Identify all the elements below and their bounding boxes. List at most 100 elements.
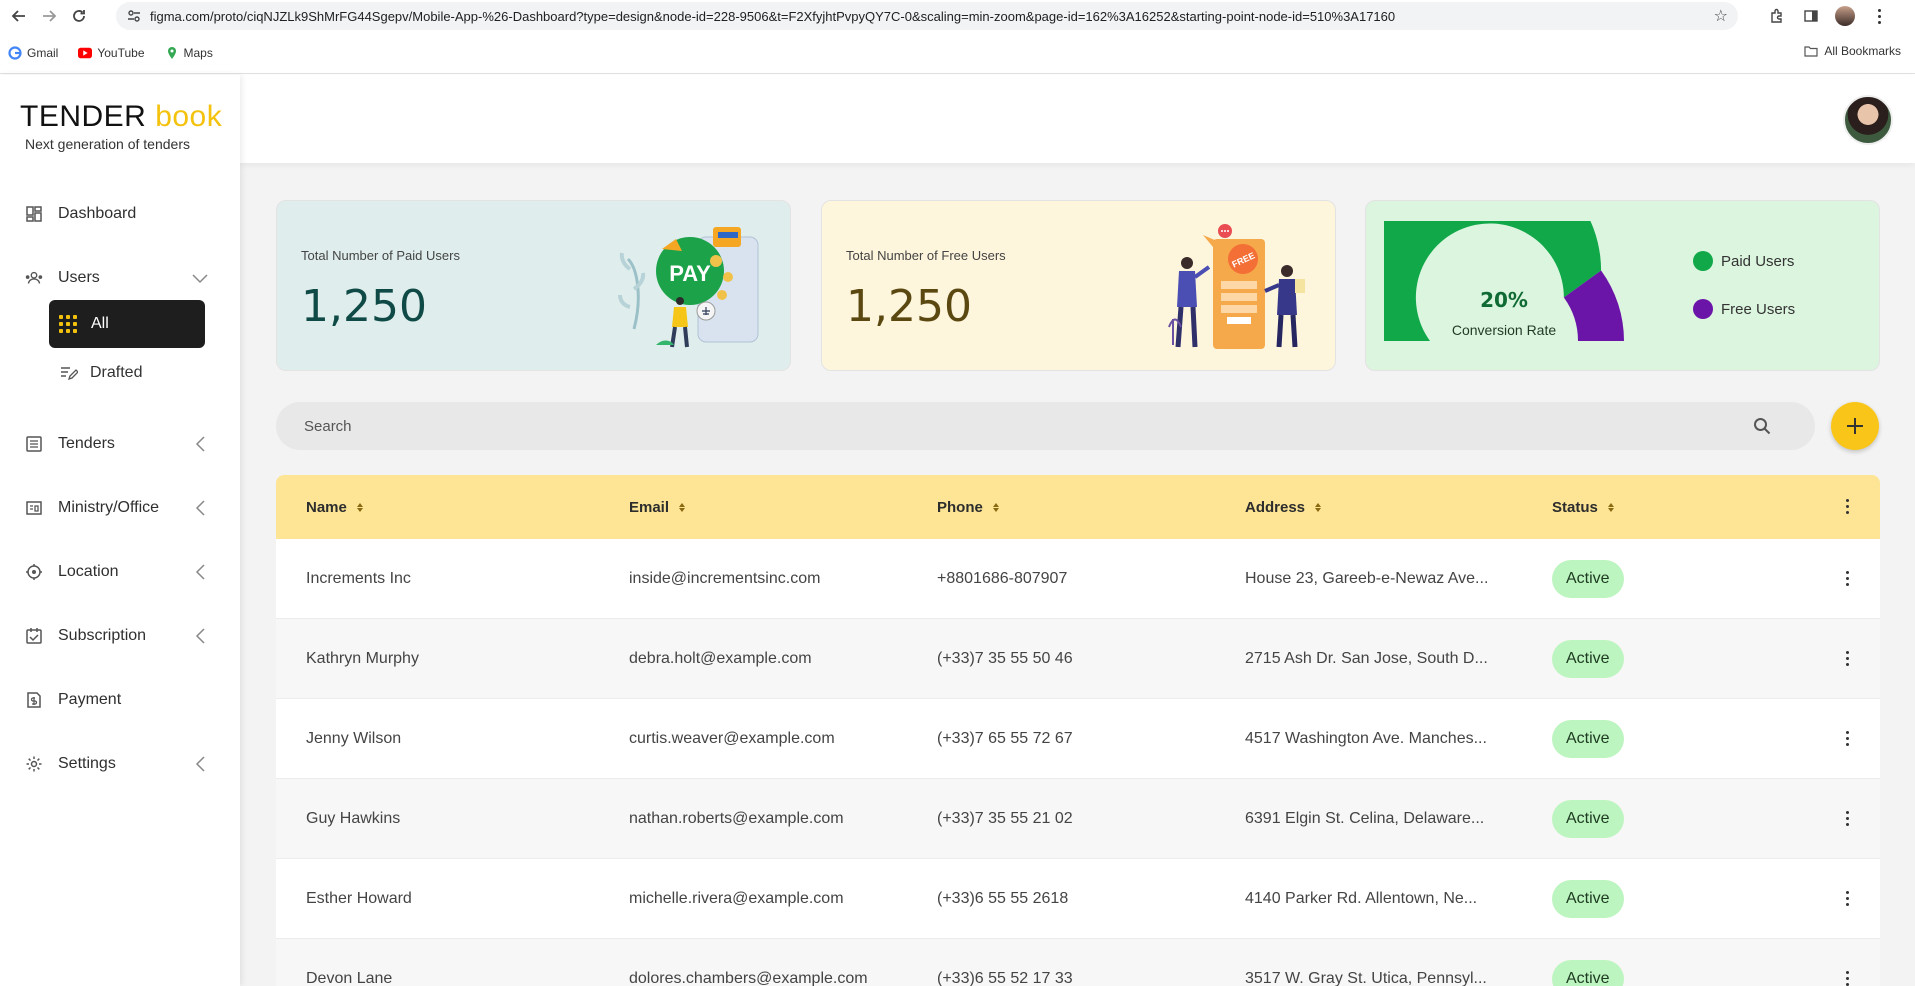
draft-edit-icon xyxy=(60,365,78,381)
row-menu-icon[interactable] xyxy=(1846,651,1849,666)
cell-status: Active xyxy=(1552,699,1624,779)
row-menu-icon[interactable] xyxy=(1846,971,1849,986)
row-menu-icon[interactable] xyxy=(1846,571,1849,586)
back-icon[interactable] xyxy=(4,1,34,31)
table-row[interactable]: Increments Inc inside@incrementsinc.com … xyxy=(276,539,1880,619)
gear-icon xyxy=(24,754,44,774)
extensions-icon[interactable] xyxy=(1767,6,1787,26)
cell-name: Increments Inc xyxy=(306,570,411,587)
chevron-left-icon[interactable] xyxy=(191,435,209,453)
column-header-name[interactable]: Name xyxy=(306,475,363,539)
conversion-card: 20% Conversion Rate Paid Users Free User… xyxy=(1365,200,1880,371)
address-bar[interactable]: figma.com/proto/ciqNJZLk9ShMrFG44Sgepv/M… xyxy=(116,2,1738,30)
chevron-left-icon[interactable] xyxy=(191,499,209,517)
column-header-email[interactable]: Email xyxy=(629,475,686,539)
subscription-icon xyxy=(24,626,44,646)
sidebar-item-subscription[interactable]: Subscription xyxy=(24,621,209,651)
table-row[interactable]: Kathryn Murphy debra.holt@example.com (+… xyxy=(276,619,1880,699)
cell-phone: (+33)7 35 55 21 02 xyxy=(937,810,1073,827)
conversion-gauge: 20% Conversion Rate xyxy=(1384,221,1624,341)
conversion-label: Conversion Rate xyxy=(1452,322,1556,338)
sort-icon[interactable] xyxy=(1607,502,1614,512)
sidebar-subitem-drafted[interactable]: Drafted xyxy=(60,358,142,388)
conversion-value: 20% xyxy=(1480,288,1528,312)
sort-icon[interactable] xyxy=(679,502,686,512)
pay-illustration-text: PAY xyxy=(669,261,711,286)
cell-name: Esther Howard xyxy=(306,890,412,907)
row-menu-icon[interactable] xyxy=(1846,731,1849,746)
bookmark-gmail[interactable]: Gmail xyxy=(8,46,58,60)
cell-email: dolores.chambers@example.com xyxy=(629,970,868,986)
bookmark-youtube[interactable]: YouTube xyxy=(78,46,145,60)
sort-icon[interactable] xyxy=(992,502,999,512)
chevron-left-icon[interactable] xyxy=(191,755,209,773)
chevron-down-icon[interactable] xyxy=(191,269,209,287)
grid-dots-icon xyxy=(59,315,77,333)
forward-icon[interactable] xyxy=(34,1,64,31)
row-menu-icon[interactable] xyxy=(1846,811,1849,826)
all-bookmarks[interactable]: All Bookmarks xyxy=(1804,44,1901,58)
status-badge: Active xyxy=(1552,640,1624,678)
user-avatar[interactable] xyxy=(1843,95,1893,145)
free-users-label: Total Number of Free Users xyxy=(846,248,1006,263)
cell-status: Active xyxy=(1552,619,1624,699)
sidebar-subitem-all[interactable]: All xyxy=(49,300,205,348)
cell-phone: (+33)7 35 55 50 46 xyxy=(937,650,1073,667)
status-badge: Active xyxy=(1552,800,1624,838)
dashboard-icon xyxy=(24,204,44,224)
table-row[interactable]: Guy Hawkins nathan.roberts@example.com (… xyxy=(276,779,1880,859)
cell-status: Active xyxy=(1552,859,1624,939)
sidebar-item-location[interactable]: Location xyxy=(24,557,209,587)
side-panel-icon[interactable] xyxy=(1801,6,1821,26)
sidebar-item-ministry[interactable]: Ministry/Office xyxy=(24,493,209,523)
paid-users-card: Total Number of Paid Users 1,250 PAY xyxy=(276,200,791,371)
sidebar-item-dashboard[interactable]: Dashboard xyxy=(24,199,209,229)
status-badge: Active xyxy=(1552,960,1624,986)
main-content: Total Number of Paid Users 1,250 PAY Tot… xyxy=(240,75,1915,986)
site-settings-icon[interactable] xyxy=(122,9,146,23)
chevron-left-icon[interactable] xyxy=(191,627,209,645)
folder-icon xyxy=(1804,44,1818,58)
cell-name: Kathryn Murphy xyxy=(306,650,419,667)
table-row[interactable]: Jenny Wilson curtis.weaver@example.com (… xyxy=(276,699,1880,779)
search-icon[interactable] xyxy=(1753,417,1771,435)
table-menu-icon[interactable] xyxy=(1846,499,1849,514)
table-row[interactable]: Devon Lane dolores.chambers@example.com … xyxy=(276,939,1880,986)
reload-icon[interactable] xyxy=(64,1,94,31)
location-icon xyxy=(24,562,44,582)
brand-logo[interactable]: TENDER book xyxy=(20,100,222,134)
sort-icon[interactable] xyxy=(356,502,363,512)
search-input[interactable] xyxy=(304,417,1704,435)
cell-status: Active xyxy=(1552,939,1624,986)
row-menu-icon[interactable] xyxy=(1846,891,1849,906)
table-row[interactable]: Esther Howard michelle.rivera@example.co… xyxy=(276,859,1880,939)
sidebar-item-users[interactable]: Users xyxy=(24,263,209,293)
youtube-icon xyxy=(78,46,93,60)
column-header-phone[interactable]: Phone xyxy=(937,475,999,539)
sidebar-item-tenders[interactable]: Tenders xyxy=(24,429,209,459)
sort-icon[interactable] xyxy=(1315,502,1322,512)
sidebar-item-settings[interactable]: Settings xyxy=(24,749,209,779)
bookmark-star-icon[interactable]: ☆ xyxy=(1714,6,1728,26)
cell-email: debra.holt@example.com xyxy=(629,650,812,667)
cell-address: 3517 W. Gray St. Utica, Pennsyl... xyxy=(1245,970,1487,986)
column-header-status[interactable]: Status xyxy=(1552,475,1614,539)
cell-phone: (+33)7 65 55 72 67 xyxy=(937,730,1073,747)
status-badge: Active xyxy=(1552,560,1624,598)
cell-name: Jenny Wilson xyxy=(306,730,402,747)
paid-users-label: Total Number of Paid Users xyxy=(301,248,460,263)
menu-icon[interactable] xyxy=(1869,6,1889,26)
plus-icon xyxy=(1847,418,1863,434)
profile-avatar-icon[interactable] xyxy=(1835,6,1855,26)
sidebar-item-payment[interactable]: Payment xyxy=(24,685,209,715)
column-header-address[interactable]: Address xyxy=(1245,475,1322,539)
top-bar xyxy=(240,75,1915,163)
chevron-left-icon[interactable] xyxy=(191,563,209,581)
search-bar xyxy=(276,402,1815,450)
google-icon xyxy=(8,45,22,60)
legend-paid: Paid Users xyxy=(1693,251,1794,271)
paid-users-value: 1,250 xyxy=(301,281,427,332)
url-text: figma.com/proto/ciqNJZLk9ShMrFG44Sgepv/M… xyxy=(150,8,1396,24)
add-button[interactable] xyxy=(1831,402,1879,450)
bookmark-maps[interactable]: Maps xyxy=(165,46,213,60)
